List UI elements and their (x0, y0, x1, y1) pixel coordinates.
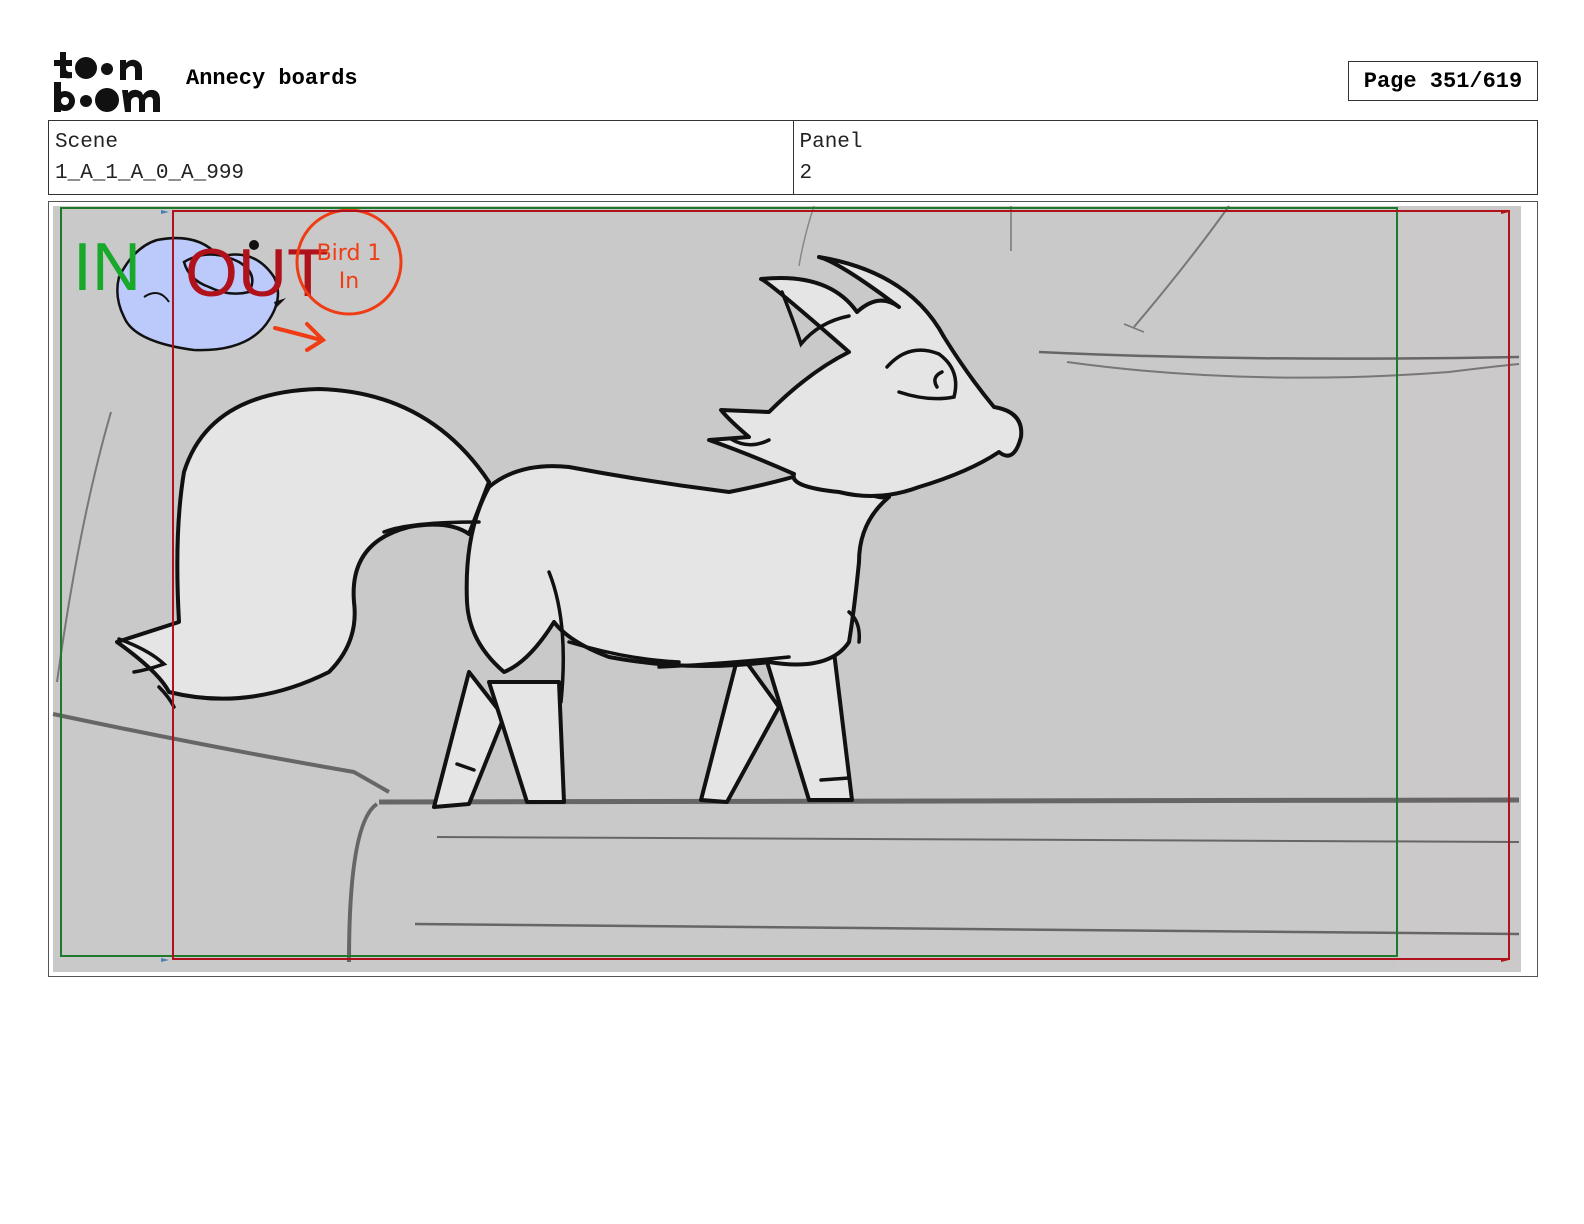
panel-cell: Panel 2 (792, 121, 1538, 194)
scene-cell: Scene 1_A_1_A_0_A_999 (49, 121, 793, 194)
bird-note-line1: Bird 1 (317, 241, 382, 266)
scene-value: 1_A_1_A_0_A_999 (55, 162, 245, 185)
bird-note-line2: In (339, 269, 359, 294)
storyboard-panel-frame: IN OUT Bird 1 In (48, 201, 1538, 977)
out-label: OUT (185, 235, 329, 311)
panel-value: 2 (799, 162, 813, 185)
scene-panel-info: Scene 1_A_1_A_0_A_999 Panel 2 (48, 120, 1538, 195)
toon-boom-logo (54, 52, 160, 112)
panel-label: Panel (799, 131, 863, 154)
page-indicator: Page 351/619 (1348, 61, 1538, 101)
scene-label: Scene (55, 131, 119, 154)
document-title: Annecy boards (186, 66, 358, 91)
storyboard-drawing: IN OUT Bird 1 In (52, 205, 1521, 972)
in-label: IN (73, 229, 141, 305)
